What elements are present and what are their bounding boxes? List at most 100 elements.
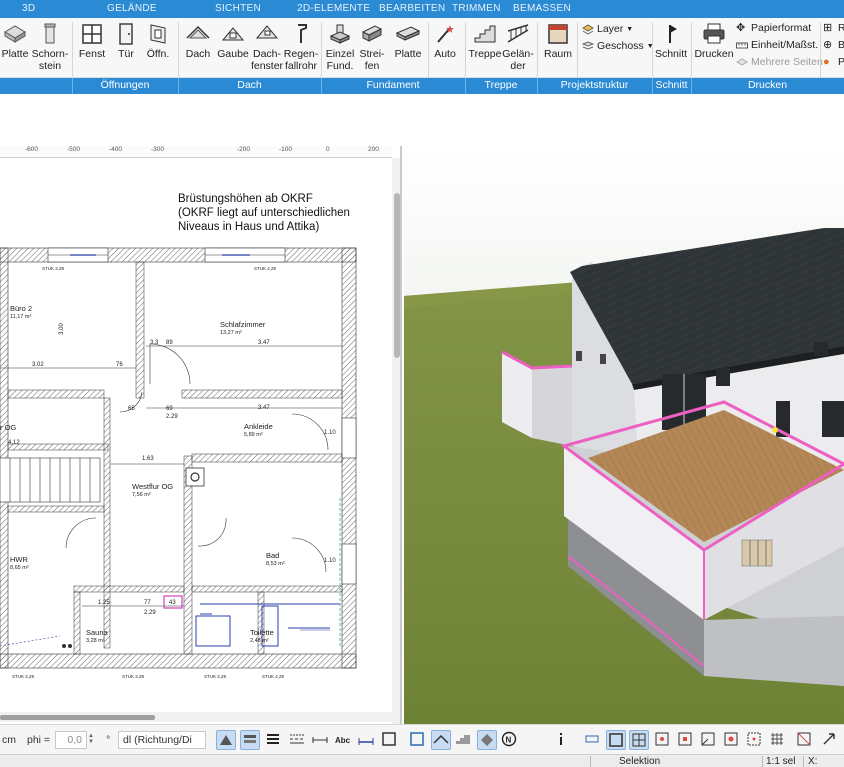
text-button[interactable]: Abc (334, 730, 354, 750)
snap-button-6[interactable] (699, 730, 719, 750)
frame-button[interactable] (380, 730, 400, 750)
room-label-toilette: Toilette 2,48 m² (250, 628, 274, 646)
tuer-button[interactable]: Tür (111, 22, 141, 60)
spin-arrows-icon[interactable]: ▲ ▼ (88, 733, 94, 745)
room-name: r OG (0, 423, 17, 432)
floor-view-button[interactable] (477, 730, 497, 750)
layer-toggle-button[interactable] (240, 730, 260, 750)
snap-button-5[interactable] (676, 730, 696, 750)
dimension-label: 43 (169, 600, 176, 606)
ribbon-divider (691, 22, 692, 78)
papierformat-button[interactable]: ✥ Papierformat (736, 22, 811, 34)
treppe-label: Treppe (468, 48, 502, 60)
schnitt-label: Schnitt (654, 48, 688, 60)
tab-bearbeiten[interactable]: BEARBEITEN (379, 3, 445, 14)
snap-button-9[interactable] (768, 730, 788, 750)
streifenfundament-button[interactable]: Strei- fen (357, 22, 387, 72)
tab-gelaende[interactable]: GELÄNDE (107, 3, 157, 14)
tab-bemassen[interactable]: BEMASSEN (513, 3, 571, 14)
line-weight-button[interactable] (264, 730, 284, 750)
p-button[interactable]: ● P (823, 56, 844, 68)
snap-button-10[interactable] (795, 730, 815, 750)
regenfallrohr-button[interactable]: Regen- fallrohr (283, 22, 319, 72)
snap-button-3[interactable] (629, 730, 649, 750)
dimension-label: 3.47 (258, 405, 270, 411)
ribbon-divider (178, 22, 179, 78)
snap-button-8[interactable] (745, 730, 765, 750)
room-label-sauna: Sauna 3,28 m² (86, 628, 108, 646)
stuk-label: STUK 2,29 (204, 674, 227, 679)
room-name: Sauna (86, 628, 108, 637)
stairs-view-button[interactable] (454, 730, 474, 750)
3d-view[interactable] (404, 146, 844, 724)
ra-button[interactable]: ⊞ Ra (823, 22, 844, 34)
roof-view-icon (433, 734, 449, 744)
fundament-platte-label: Platte (394, 48, 422, 60)
snap-button-7[interactable] (722, 730, 742, 750)
plan-horizontal-scrollbar[interactable] (0, 712, 392, 722)
schnitt-button[interactable]: Schnitt (654, 22, 688, 60)
direction-input[interactable]: dl (Richtung/Di (118, 731, 206, 749)
dimension-icon (312, 737, 328, 743)
treppe-button[interactable]: Treppe (467, 22, 503, 60)
line-style-button[interactable] (288, 730, 308, 750)
status-divider (803, 756, 804, 767)
layer-dropdown[interactable]: Layer ▼ (582, 23, 633, 35)
degree-label: ° (106, 734, 111, 746)
dimension-label: 77 (144, 600, 151, 606)
drucken-button[interactable]: Drucken (694, 22, 734, 60)
schornstein-button[interactable]: Schorn- stein (31, 22, 69, 72)
auto-button[interactable]: Auto (430, 22, 460, 60)
phi-label: phi = (27, 734, 51, 746)
mehrere-seiten-button[interactable]: Mehrere Seiten (736, 56, 823, 68)
gelaender-button[interactable]: Gelän- der (502, 22, 534, 72)
roof-view-button[interactable] (431, 730, 451, 750)
wand-icon (437, 25, 454, 43)
scroll-thumb[interactable] (0, 715, 155, 720)
hatch-toggle-button[interactable] (216, 730, 236, 750)
fundament-platte-button[interactable]: Platte (391, 22, 425, 60)
floor-plan-view[interactable]: -600 -500 -400 -300 -200 -100 0 200 Brüs… (0, 146, 402, 724)
snap-button-4[interactable] (653, 730, 673, 750)
measure-button[interactable] (357, 730, 377, 750)
status-x-coordinate: X: (808, 756, 818, 767)
raum-button[interactable]: Raum (542, 22, 574, 60)
dachfenster-button[interactable]: Dach- fenster (250, 22, 284, 72)
einheit-massstab-button[interactable]: Einheit/Maßst. (736, 39, 818, 51)
phi-input[interactable]: 0,0 (55, 731, 87, 749)
oeffnung-button[interactable]: Öffn. (143, 22, 173, 60)
room-label-flur-og: r OG (0, 423, 16, 432)
einzelfundament-button[interactable]: Einzel Fund. (325, 22, 355, 72)
dach-button[interactable]: Dach (183, 22, 213, 60)
tab-2d-elemente[interactable]: 2D-ELEMENTE (297, 3, 370, 14)
snap-dots-icon (747, 732, 761, 746)
geschoss-dropdown[interactable]: Geschoss ▼ (582, 40, 654, 52)
tab-trimmen[interactable]: TRIMMEN (452, 3, 501, 14)
stuk-label: STUK 2,29 (262, 674, 285, 679)
info-icon (560, 733, 562, 745)
bi-button[interactable]: ⊕ Bi (823, 39, 844, 51)
bi-label: Bi (838, 39, 844, 51)
grid-icon: ⊞ (823, 21, 833, 34)
view-frame-button[interactable] (408, 730, 428, 750)
snap-button-1[interactable] (583, 730, 603, 750)
snap-button-2[interactable] (606, 730, 626, 750)
schornstein-label-1: Schorn- (31, 48, 69, 60)
north-button[interactable]: N (500, 730, 520, 750)
dormer-icon (221, 27, 245, 41)
platte-button[interactable]: Platte (0, 22, 30, 60)
dimension-label: 69 (166, 406, 173, 412)
gaube-button[interactable]: Gaube (216, 22, 250, 60)
plan-vertical-scrollbar[interactable] (392, 158, 400, 724)
scroll-thumb[interactable] (394, 193, 400, 358)
auto-label: Auto (434, 48, 456, 60)
dimension-button[interactable] (311, 730, 331, 750)
info-button[interactable] (552, 730, 572, 750)
dimension-label: 1.10 (324, 558, 336, 564)
snap-button-11[interactable] (820, 730, 840, 750)
room-name: Ankleide (244, 422, 273, 431)
tab-3d[interactable]: 3D (22, 3, 35, 14)
schornstein-label-2: stein (38, 60, 62, 72)
tab-sichten[interactable]: SICHTEN (215, 3, 261, 14)
fenster-button[interactable]: Fenst (77, 22, 107, 60)
